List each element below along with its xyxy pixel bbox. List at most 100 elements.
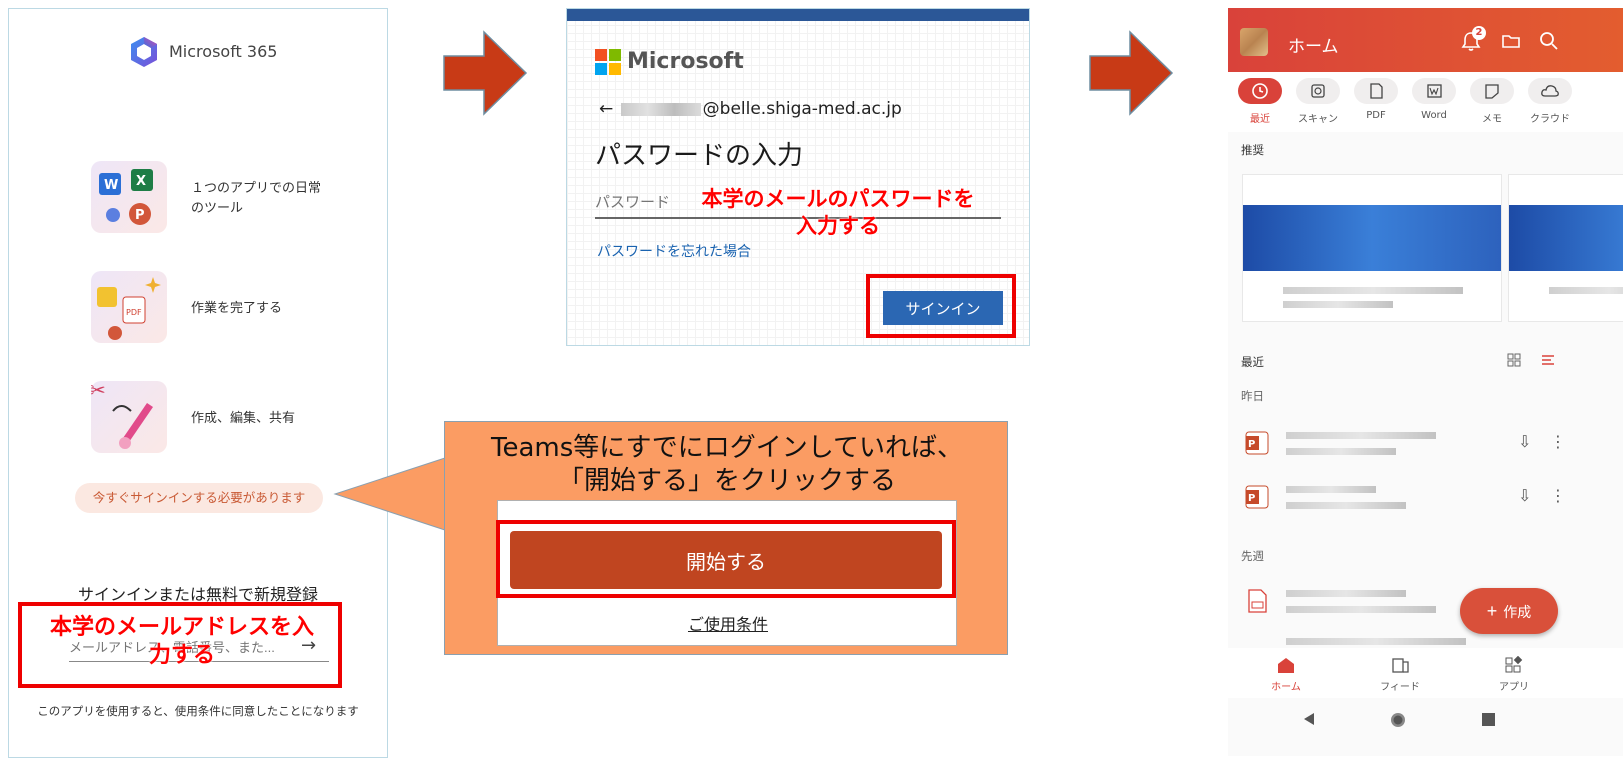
svg-text:PDF: PDF bbox=[126, 308, 142, 317]
filter-label: クラウド bbox=[1530, 114, 1570, 125]
feature-1-text: １つのアプリでの日常のツール bbox=[191, 181, 322, 216]
file-row[interactable] bbox=[1228, 580, 1623, 628]
filter-cloud-chip[interactable] bbox=[1528, 78, 1572, 104]
cloud-download-icon[interactable]: ⇩ bbox=[1518, 486, 1531, 505]
android-system-bar bbox=[1228, 698, 1623, 756]
password-title: パスワードの入力 bbox=[595, 141, 804, 171]
password-annotation-line1: 本学のメールのパスワードを bbox=[701, 187, 975, 211]
blurred-text bbox=[1286, 606, 1436, 613]
app-title: Microsoft 365 bbox=[169, 42, 278, 61]
signin-highlight-box bbox=[866, 274, 1016, 338]
callout-line1: Teams等にすでにログインしていれば、 bbox=[490, 433, 963, 463]
cloud-download-icon[interactable]: ⇩ bbox=[1518, 432, 1531, 451]
avatar[interactable] bbox=[1240, 28, 1268, 56]
top-bar bbox=[567, 9, 1029, 21]
blurred-text bbox=[1283, 301, 1393, 308]
blurred-text bbox=[1286, 590, 1406, 597]
create-button[interactable]: + 作成 bbox=[1460, 588, 1558, 634]
grid-view-icon[interactable] bbox=[1506, 352, 1522, 368]
filter-memo-chip[interactable] bbox=[1470, 78, 1514, 104]
recommended-card[interactable] bbox=[1508, 174, 1623, 322]
svg-text:P: P bbox=[1248, 439, 1255, 450]
yesterday-label: 昨日 bbox=[1241, 389, 1264, 403]
signin-required-badge: 今すぐサインインする必要があります bbox=[75, 483, 323, 513]
callout-line2: 「開始する」をクリックする bbox=[557, 466, 896, 496]
filter-label: 最近 bbox=[1250, 114, 1270, 125]
office-apps-icon: W X P bbox=[99, 169, 153, 225]
nav-apps[interactable]: アプリ bbox=[1484, 655, 1544, 693]
blurred-text bbox=[1286, 638, 1466, 645]
notification-badge: 2 bbox=[1472, 26, 1486, 40]
pen-scissors-icon: ✂ bbox=[89, 378, 153, 449]
microsoft-brand: Microsoft bbox=[627, 49, 744, 74]
filter-scan-chip[interactable] bbox=[1296, 78, 1340, 104]
back-arrow-icon[interactable]: ← bbox=[599, 99, 613, 119]
recommended-label: 推奨 bbox=[1241, 143, 1264, 157]
search-icon[interactable] bbox=[1538, 30, 1560, 52]
filter-label: スキャン bbox=[1298, 114, 1338, 125]
card-thumbnail bbox=[1509, 205, 1623, 271]
blurred-text bbox=[1286, 448, 1396, 455]
filter-label: Word bbox=[1421, 110, 1447, 121]
blurred-username bbox=[620, 102, 701, 116]
svg-text:W: W bbox=[104, 178, 118, 193]
home-title: ホーム bbox=[1288, 37, 1339, 57]
back-triangle-icon[interactable] bbox=[1302, 712, 1316, 726]
svg-text:P: P bbox=[135, 208, 145, 223]
svg-text:X: X bbox=[136, 174, 146, 189]
cloud-icon bbox=[1541, 85, 1559, 97]
image-icon bbox=[1311, 84, 1325, 98]
nav-home[interactable]: ホーム bbox=[1256, 656, 1316, 693]
email-suffix: @belle.shiga-med.ac.jp bbox=[702, 99, 902, 119]
blurred-text bbox=[1286, 486, 1376, 493]
note-icon bbox=[1485, 84, 1499, 99]
file-row[interactable]: P ⇩ ⋮ bbox=[1228, 420, 1623, 468]
back-email-row[interactable]: ← @belle.shiga-med.ac.jp bbox=[599, 99, 902, 119]
terms-text: このアプリを使用すると、使用条件に同意したことになります bbox=[37, 704, 359, 718]
recommended-card[interactable] bbox=[1242, 174, 1502, 322]
email-annotation: 本学のメールアドレスを入力する bbox=[49, 615, 314, 668]
nav-label: フィード bbox=[1380, 682, 1420, 693]
more-options-icon[interactable]: ⋮ bbox=[1550, 486, 1566, 505]
more-options-icon[interactable]: ⋮ bbox=[1550, 432, 1566, 451]
file-row[interactable]: P ⇩ ⋮ bbox=[1228, 474, 1623, 522]
word-icon bbox=[1427, 84, 1442, 98]
feature-2-text: 作業を完了する bbox=[191, 301, 283, 316]
nav-label: アプリ bbox=[1499, 682, 1529, 693]
recent-label: 最近 bbox=[1241, 355, 1264, 369]
powerpoint-file-icon: P bbox=[1245, 485, 1269, 509]
microsoft-logo-icon bbox=[595, 49, 621, 75]
password-annotation-line2: 入力する bbox=[796, 214, 880, 238]
document-file-icon bbox=[1248, 589, 1267, 613]
nav-label: ホーム bbox=[1271, 682, 1301, 693]
callout-text: Teams等にすでにログインしていれば、 「開始する」をクリックする bbox=[445, 432, 1009, 498]
home-circle-icon[interactable] bbox=[1390, 712, 1406, 728]
plus-icon: + bbox=[1486, 600, 1498, 621]
blurred-text bbox=[1549, 287, 1623, 294]
home-icon bbox=[1278, 658, 1294, 673]
list-view-icon[interactable] bbox=[1540, 352, 1556, 368]
card-thumbnail bbox=[1243, 205, 1501, 271]
callout-pointer bbox=[333, 457, 446, 531]
filter-pdf-chip[interactable] bbox=[1354, 78, 1398, 104]
folder-icon[interactable] bbox=[1500, 30, 1522, 52]
recent-apps-square-icon[interactable] bbox=[1482, 713, 1495, 726]
svg-text:✂: ✂ bbox=[91, 381, 106, 402]
powerpoint-file-icon: P bbox=[1245, 431, 1269, 455]
feature-tasks-illustration: PDF bbox=[91, 271, 167, 343]
forgot-password-link[interactable]: パスワードを忘れた場合 bbox=[597, 241, 751, 261]
blurred-text bbox=[1286, 502, 1406, 509]
feature-create-illustration: ✂ bbox=[89, 378, 167, 453]
filter-word-chip[interactable] bbox=[1412, 78, 1456, 104]
nav-feed[interactable]: フィード bbox=[1370, 656, 1430, 693]
start-highlight-box bbox=[496, 520, 956, 598]
apps-icon bbox=[1505, 655, 1523, 673]
filter-label: PDF bbox=[1366, 110, 1386, 121]
filter-bar: 最近 スキャン PDF Word メモ クラウド bbox=[1228, 72, 1623, 132]
filter-recent-chip[interactable] bbox=[1238, 78, 1282, 104]
terms-of-use-link[interactable]: ご使用条件 bbox=[498, 611, 958, 635]
next-step-arrow-icon bbox=[1089, 30, 1174, 116]
pdf-icon bbox=[1370, 83, 1383, 99]
blurred-text bbox=[1286, 432, 1436, 439]
feature-3-text: 作成、編集、共有 bbox=[191, 411, 296, 426]
